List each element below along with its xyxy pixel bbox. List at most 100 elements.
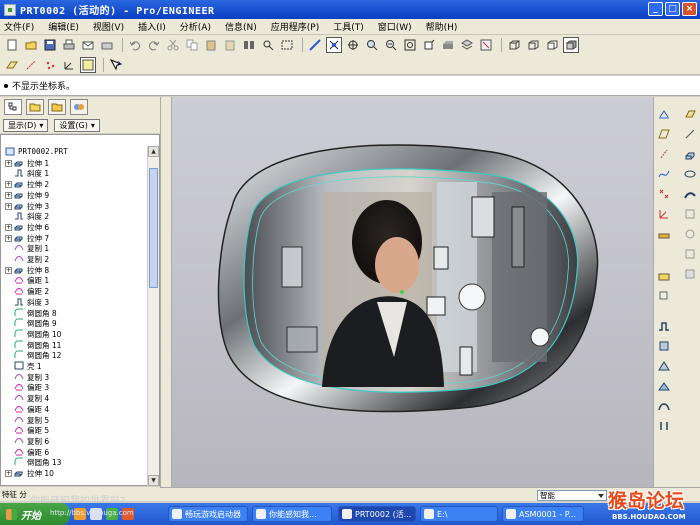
menu-info[interactable]: 信息(N) xyxy=(225,20,257,33)
spin-center-icon[interactable] xyxy=(326,37,342,53)
repaint-icon[interactable] xyxy=(307,37,323,53)
import-tool-icon[interactable] xyxy=(657,269,671,283)
favorites-tab-icon[interactable] xyxy=(48,99,66,115)
tree-item[interactable]: 偏距 2 xyxy=(5,286,49,297)
datum-points-icon[interactable] xyxy=(42,57,58,73)
menu-help[interactable]: 帮助(H) xyxy=(426,20,458,33)
cut-icon[interactable] xyxy=(165,37,181,53)
tree-item[interactable]: 偏距 4 xyxy=(5,404,49,415)
expand-icon[interactable]: + xyxy=(5,202,12,210)
smart-filter-select[interactable]: 智能 xyxy=(537,490,607,501)
wireframe-icon[interactable] xyxy=(506,37,522,53)
redo-icon[interactable] xyxy=(146,37,162,53)
tree-item[interactable]: 倒圆角 13 xyxy=(5,457,61,469)
menu-applications[interactable]: 应用程序(P) xyxy=(271,20,319,33)
tree-item[interactable]: 复制 1 xyxy=(5,244,49,255)
csys-tool-icon[interactable] xyxy=(657,207,671,221)
print-icon[interactable] xyxy=(61,37,77,53)
layers-icon[interactable] xyxy=(459,37,475,53)
tree-item[interactable]: 倒圆角 9 xyxy=(5,318,57,330)
expand-icon[interactable]: + xyxy=(5,234,12,242)
expand-icon[interactable]: + xyxy=(5,266,12,274)
open-folder-icon[interactable] xyxy=(23,37,39,53)
minimize-button[interactable]: _ xyxy=(648,2,663,16)
paste-special-icon[interactable] xyxy=(222,37,238,53)
draft-tool-icon[interactable] xyxy=(657,319,671,333)
curve-tool-icon[interactable] xyxy=(657,167,671,181)
expand-icon[interactable]: + xyxy=(5,181,12,189)
hidden-line-icon[interactable] xyxy=(525,37,541,53)
close-button[interactable]: × xyxy=(682,2,697,16)
tree-item[interactable]: 倒圆角 10 xyxy=(5,329,61,340)
hole-tool-icon[interactable] xyxy=(683,227,697,241)
tree-item[interactable]: 复制 4 xyxy=(5,393,49,404)
zoom-in-icon[interactable] xyxy=(364,37,380,53)
settings-dropdown[interactable]: 设置(G) ▾ xyxy=(54,118,100,132)
menu-file[interactable]: 文件(F) xyxy=(4,20,34,33)
expand-icon[interactable]: + xyxy=(5,470,12,478)
csys-icon[interactable] xyxy=(61,57,77,73)
tree-item[interactable]: + 拉伸 7 xyxy=(5,233,49,244)
chamfer-tool-icon[interactable] xyxy=(657,359,671,373)
email-icon[interactable] xyxy=(80,37,96,53)
datum-plane-tool-icon[interactable] xyxy=(683,107,697,121)
tree-item[interactable]: 倒圆角 12 xyxy=(5,350,61,362)
task-game-launcher[interactable]: 畅玩游戏启动器 xyxy=(168,506,248,522)
plane-tool-icon[interactable] xyxy=(657,127,671,141)
tree-item[interactable]: 复制 6 xyxy=(5,436,49,447)
menu-insert[interactable]: 插入(I) xyxy=(138,20,166,33)
paste-icon[interactable] xyxy=(203,37,219,53)
sketch-tool-icon[interactable] xyxy=(657,107,671,121)
graphics-window[interactable] xyxy=(172,97,653,487)
menu-window[interactable]: 窗口(W) xyxy=(378,20,412,33)
navigator-sash[interactable] xyxy=(160,97,172,487)
model-tree-tab-icon[interactable] xyxy=(4,99,22,115)
regenerate-icon[interactable] xyxy=(241,37,257,53)
axis-tool-icon[interactable] xyxy=(683,127,697,141)
context-help-icon[interactable]: ? xyxy=(108,57,124,73)
new-file-icon[interactable] xyxy=(4,37,20,53)
pattern-tool-icon[interactable] xyxy=(657,399,671,413)
tree-item[interactable]: + 拉伸 2 xyxy=(5,179,49,190)
tree-item[interactable]: 偏距 6 xyxy=(5,447,49,458)
tree-item[interactable]: + 拉伸 10 xyxy=(5,468,54,479)
tree-item[interactable]: 倒圆角 8 xyxy=(5,308,57,319)
no-hidden-icon[interactable] xyxy=(544,37,560,53)
find-icon[interactable] xyxy=(260,37,276,53)
analysis-tool-icon[interactable] xyxy=(657,227,671,241)
tree-item[interactable]: 壳 1 xyxy=(5,361,42,372)
datum-axes-icon[interactable] xyxy=(23,57,39,73)
tree-scrollbar[interactable]: ▲ ▼ xyxy=(147,146,159,486)
scroll-thumb[interactable] xyxy=(149,168,158,288)
save-icon[interactable] xyxy=(42,37,58,53)
task-proe-prt[interactable]: PRT0002 (活... xyxy=(338,506,416,522)
scroll-up-icon[interactable]: ▲ xyxy=(148,146,159,157)
tree-item[interactable]: + 拉伸 3 xyxy=(5,201,49,212)
copy-tool-icon[interactable] xyxy=(657,289,671,303)
copy-icon[interactable] xyxy=(184,37,200,53)
view-manager-icon[interactable] xyxy=(478,37,494,53)
mirror-tool-icon[interactable] xyxy=(657,379,671,393)
zoom-out-icon[interactable] xyxy=(383,37,399,53)
annotation-icon[interactable] xyxy=(80,56,96,73)
tree-item[interactable]: 偏距 1 xyxy=(5,276,49,287)
menu-tools[interactable]: 工具(T) xyxy=(333,20,364,33)
tree-item[interactable]: 复制 5 xyxy=(5,415,49,426)
tree-item[interactable]: + 拉伸 8 xyxy=(5,265,49,276)
point-tool-icon[interactable] xyxy=(657,187,671,201)
extrude-tool-icon[interactable] xyxy=(683,147,697,161)
task-proe-asm[interactable]: ASM0001 - P... xyxy=(502,506,584,522)
tree-item[interactable]: 偏距 3 xyxy=(5,383,49,394)
tree-item[interactable]: 偏距 5 xyxy=(5,426,49,437)
line-tool-icon[interactable] xyxy=(657,147,671,161)
tree-item[interactable]: 倒圆角 11 xyxy=(5,340,61,351)
undo-icon[interactable] xyxy=(127,37,143,53)
select-box-icon[interactable] xyxy=(279,37,295,53)
tree-item[interactable]: + 拉伸 9 xyxy=(5,190,49,201)
tree-item[interactable]: 斜度 3 xyxy=(5,297,49,308)
refit-icon[interactable] xyxy=(402,37,418,53)
round-tool-icon[interactable] xyxy=(657,339,671,353)
tree-item[interactable]: + 拉伸 6 xyxy=(5,222,49,233)
menu-edit[interactable]: 编辑(E) xyxy=(48,20,79,33)
orient-mode-icon[interactable] xyxy=(345,37,361,53)
